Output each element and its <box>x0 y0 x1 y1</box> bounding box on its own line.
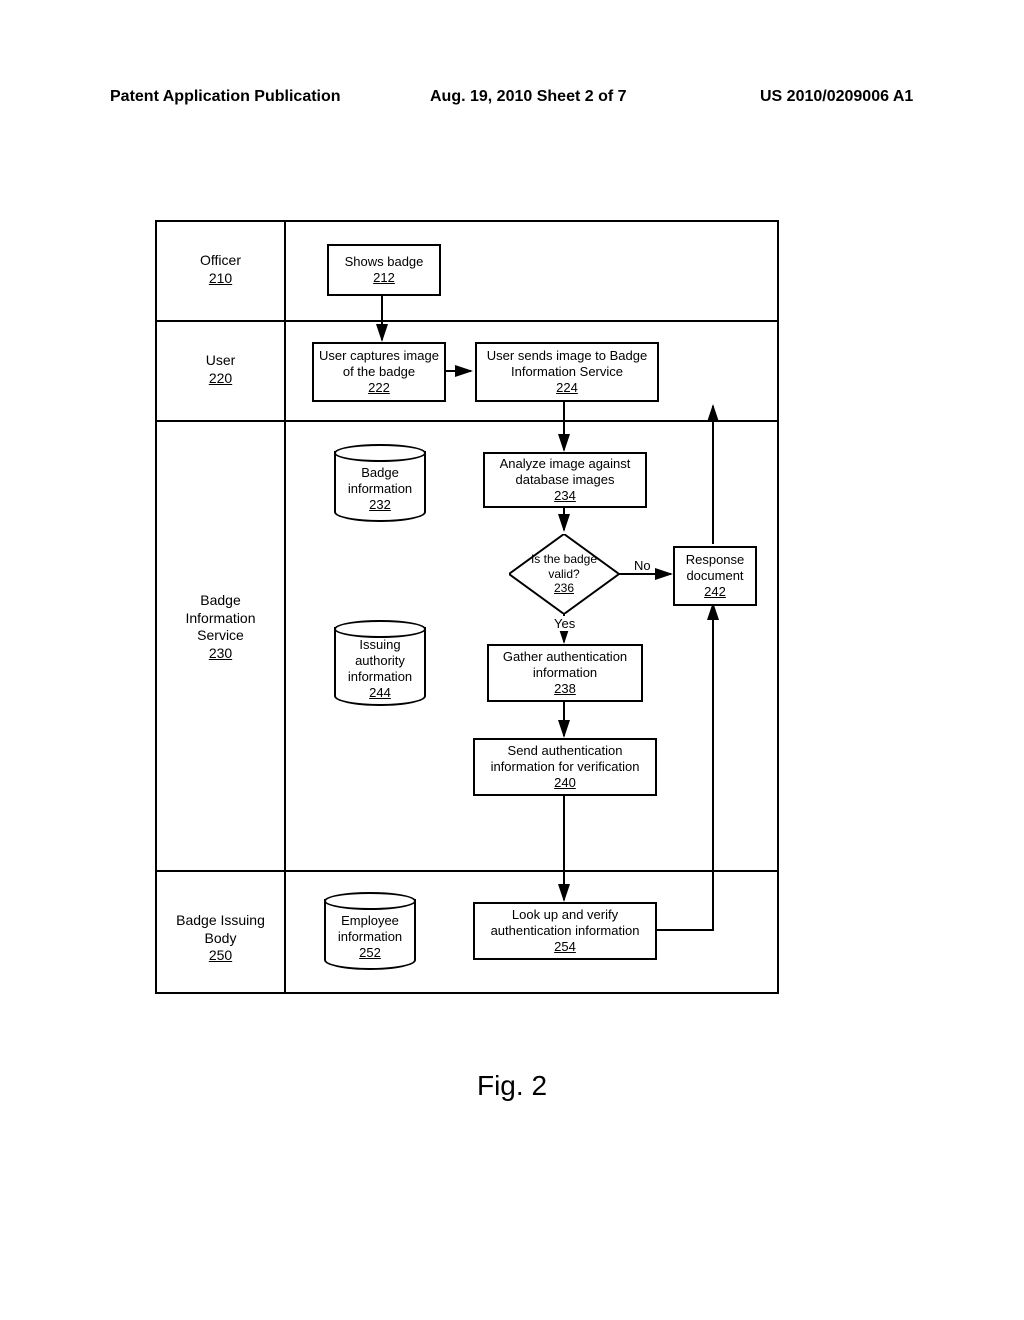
node-ref: 222 <box>368 380 390 396</box>
db-ref: 244 <box>369 685 391 701</box>
lane-title: Officer <box>157 252 284 270</box>
node-ref: 224 <box>556 380 578 396</box>
node-text: Look up and verify authentication inform… <box>475 907 655 940</box>
node-text: Response document <box>675 552 755 585</box>
lane-divider <box>157 870 777 872</box>
node-ref: 242 <box>704 584 726 600</box>
node-text: Analyze image against database images <box>485 456 645 489</box>
lane-divider <box>157 320 777 322</box>
db-issuing-authority: Issuing authority information 244 <box>334 620 426 706</box>
node-ref: 254 <box>554 939 576 955</box>
lane-title: User <box>157 352 284 370</box>
node-user-sends: User sends image to Badge Information Se… <box>475 342 659 402</box>
db-ref: 232 <box>369 497 391 513</box>
lane-divider <box>157 420 777 422</box>
lane-ref: 230 <box>157 645 284 663</box>
node-analyze: Analyze image against database images 23… <box>483 452 647 508</box>
node-text: Shows badge <box>345 254 424 270</box>
page-header: Patent Application Publication Aug. 19, … <box>110 88 914 112</box>
node-send-auth: Send authentication information for veri… <box>473 738 657 796</box>
node-ref: 238 <box>554 681 576 697</box>
edge-label-no: No <box>632 558 653 573</box>
header-right: US 2010/0209006 A1 <box>760 88 913 106</box>
lane-title: Badge Information Service <box>157 592 284 645</box>
node-lookup-verify: Look up and verify authentication inform… <box>473 902 657 960</box>
db-text: Badge information <box>334 465 426 498</box>
lane-ref: 210 <box>157 270 284 288</box>
db-text: Issuing authority information <box>334 637 426 686</box>
swimlane-diagram: Officer 210 User 220 Badge Information S… <box>155 220 779 994</box>
header-left: Patent Application Publication <box>110 88 341 106</box>
decision-text: Is the badge valid? <box>509 552 619 581</box>
node-text: Gather authentication information <box>489 649 641 682</box>
node-text: User sends image to Badge Information Se… <box>477 348 657 381</box>
lane-label-officer: Officer 210 <box>157 252 284 287</box>
node-shows-badge: Shows badge 212 <box>327 244 441 296</box>
figure-caption: Fig. 2 <box>0 1070 1024 1102</box>
lane-label-issuer: Badge Issuing Body 250 <box>157 912 284 965</box>
db-badge-info: Badge information 232 <box>334 444 426 522</box>
db-employee-info: Employee information 252 <box>324 892 416 970</box>
node-text: Send authentication information for veri… <box>475 743 655 776</box>
decision-ref: 236 <box>554 581 574 595</box>
db-text: Employee information <box>324 913 416 946</box>
lane-label-service: Badge Information Service 230 <box>157 592 284 662</box>
node-ref: 212 <box>373 270 395 286</box>
lane-ref: 250 <box>157 947 284 965</box>
node-response-doc: Response document 242 <box>673 546 757 606</box>
node-gather-auth: Gather authentication information 238 <box>487 644 643 702</box>
lane-title: Badge Issuing Body <box>157 912 284 947</box>
lane-column-divider <box>284 222 286 992</box>
node-ref: 234 <box>554 488 576 504</box>
node-text: User captures image of the badge <box>314 348 444 381</box>
lane-label-user: User 220 <box>157 352 284 387</box>
decision-valid: Is the badge valid? 236 <box>509 534 619 614</box>
db-ref: 252 <box>359 945 381 961</box>
node-ref: 240 <box>554 775 576 791</box>
header-center: Aug. 19, 2010 Sheet 2 of 7 <box>430 88 627 106</box>
node-user-captures: User captures image of the badge 222 <box>312 342 446 402</box>
edge-label-yes: Yes <box>552 616 577 631</box>
lane-ref: 220 <box>157 370 284 388</box>
